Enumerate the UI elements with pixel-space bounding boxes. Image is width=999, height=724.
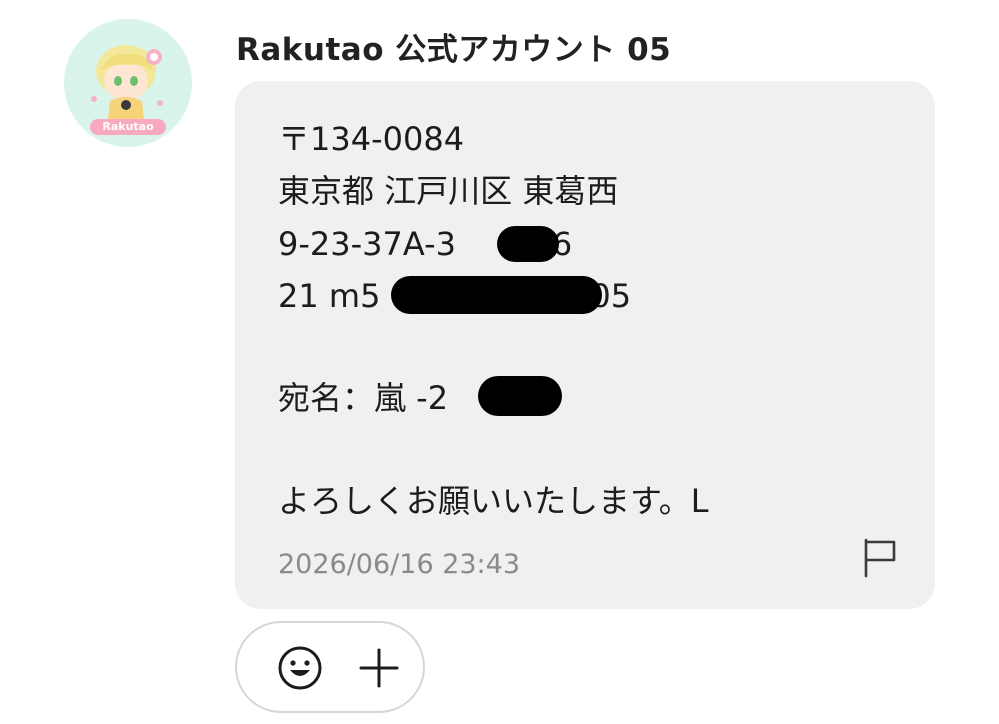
- tracking-prefix: 21 m5: [278, 277, 381, 315]
- redaction-block: [478, 376, 562, 416]
- postal-code-line: 〒134-0084: [278, 120, 465, 158]
- redaction-block: [497, 226, 559, 262]
- smiley-icon[interactable]: [277, 645, 323, 691]
- avatar-logo-text: Rakutao: [102, 120, 154, 133]
- address-line: 東京都 江戸川区 東葛西: [278, 172, 619, 210]
- avatar[interactable]: Rakutao: [64, 19, 192, 147]
- plus-icon[interactable]: [356, 645, 402, 691]
- redaction-block: [391, 276, 602, 314]
- sender-name: Rakutao 公式アカウント 05: [236, 32, 672, 68]
- flag-icon[interactable]: [862, 538, 898, 578]
- message-bubble[interactable]: [235, 81, 935, 609]
- address-number-prefix: 9-23-37A-3: [278, 225, 456, 263]
- recipient-prefix: 宛名：嵐 -2: [278, 379, 449, 417]
- message-timestamp: 2026/06/16 23:43: [278, 549, 521, 580]
- closing-line: よろしくお願いいたします。L: [278, 482, 709, 520]
